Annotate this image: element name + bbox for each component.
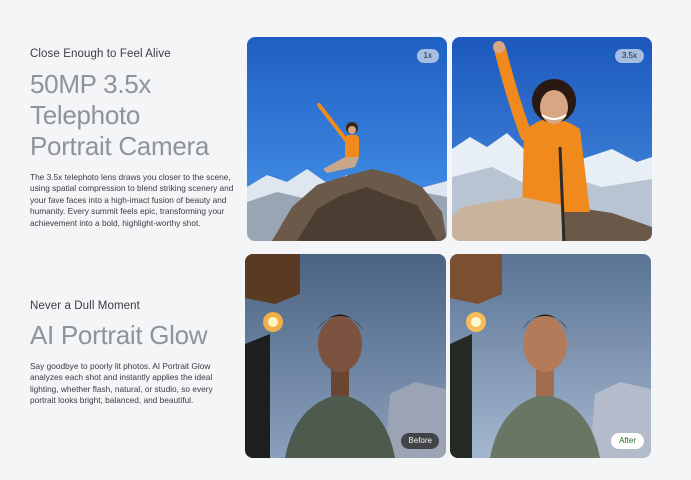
portrait-glow-eyebrow: Never a Dull Moment <box>30 300 140 312</box>
telephoto-headline-line-1: 50MP 3.5x <box>30 69 152 99</box>
mountain-telephoto-image <box>452 37 652 241</box>
zoom-badge-3-5x: 3.5x <box>614 49 644 63</box>
mountain-photo-1x: 1x <box>247 37 447 241</box>
portrait-after-photo: After <box>450 254 651 458</box>
portrait-glow-section-text: Never a Dull Moment AI Portrait Glow Say… <box>30 300 235 407</box>
telephoto-section-text: Close Enough to Feel Alive 50MP 3.5x Tel… <box>30 48 235 229</box>
mountain-wide-image <box>247 37 447 241</box>
portrait-before-photo: Before <box>245 254 446 458</box>
portrait-glow-description: Say goodbye to poorly lit photos. AI Por… <box>30 361 213 406</box>
after-badge: After <box>611 433 644 449</box>
portrait-glow-headline: AI Portrait Glow <box>30 320 208 350</box>
telephoto-headline: 50MP 3.5x Telephoto Portrait Camera <box>30 69 235 162</box>
telephoto-headline-line-3: Portrait Camera <box>30 131 209 161</box>
telephoto-description: The 3.5x telephoto lens draws you closer… <box>30 172 234 228</box>
zoom-badge-1x: 1x <box>416 49 439 63</box>
portrait-before-image <box>245 254 446 458</box>
telephoto-eyebrow: Close Enough to Feel Alive <box>30 48 171 60</box>
telephoto-headline-line-2: Telephoto <box>30 100 141 130</box>
mountain-photo-3-5x: 3.5x <box>452 37 652 241</box>
before-badge: Before <box>401 433 439 449</box>
portrait-after-image <box>450 254 651 458</box>
